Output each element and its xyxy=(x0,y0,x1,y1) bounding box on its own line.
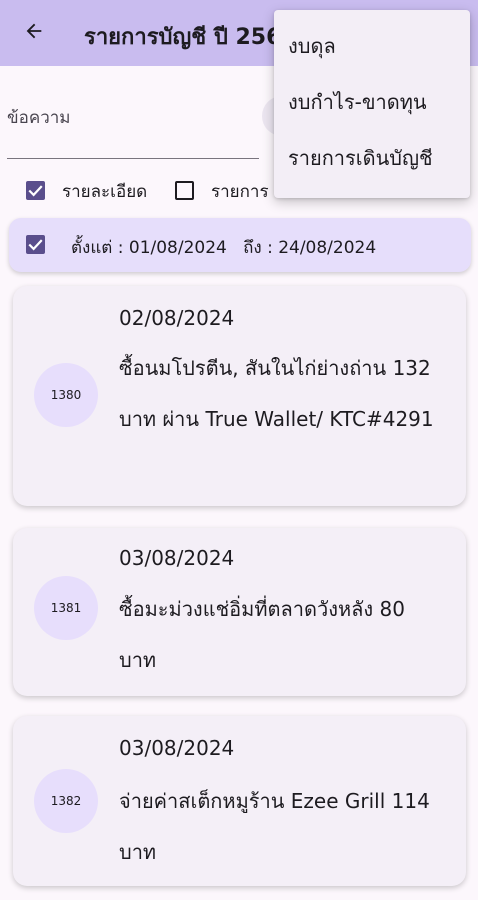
entry-date: 03/08/2024 xyxy=(119,546,235,570)
entry-number-badge: 1382 xyxy=(34,769,98,833)
entry-card[interactable]: 1381 03/08/2024 ซื้อมะม่วงแช่อิ่มที่ตลาด… xyxy=(13,528,466,696)
detail-checkbox[interactable] xyxy=(26,181,45,200)
entry-date: 03/08/2024 xyxy=(119,736,235,760)
entry-card[interactable]: 1382 03/08/2024 จ่ายค่าสเต็กหมูร้าน Ezee… xyxy=(13,716,466,886)
search-field-label[interactable]: ข้อความ xyxy=(7,104,71,131)
entries-checkbox-label[interactable]: รายการ xyxy=(211,178,269,205)
entry-description: ซื้อมะม่วงแช่อิ่มที่ตลาดวังหลัง 80 บาท xyxy=(119,597,406,672)
detail-checkbox-label[interactable]: รายละเอียด xyxy=(62,178,147,205)
entry-description: ซื้อนมโปรตีน, สันในไก่ย่างถ่าน 132 บาท ผ… xyxy=(119,356,434,431)
entry-date: 02/08/2024 xyxy=(119,306,235,330)
entry-description: จ่ายค่าสเต็กหมูร้าน Ezee Grill 114 บาท xyxy=(119,789,430,864)
entries-checkbox[interactable] xyxy=(175,181,194,200)
check-icon xyxy=(28,239,43,251)
overflow-menu: งบดุล งบกำไร-ขาดทุน รายการเดินบัญชี xyxy=(274,10,470,198)
entry-card[interactable]: 1380 02/08/2024 ซื้อนมโปรตีน, สันในไก่ย่… xyxy=(13,286,466,506)
search-field-underline[interactable] xyxy=(7,158,259,159)
back-button[interactable] xyxy=(20,19,48,47)
menu-item-account-statement[interactable]: รายการเดินบัญชี xyxy=(274,130,470,186)
date-filter-checkbox[interactable] xyxy=(26,235,45,254)
menu-item-profit-loss[interactable]: งบกำไร-ขาดทุน xyxy=(274,74,470,130)
entry-number-badge: 1381 xyxy=(34,576,98,640)
entry-number-badge: 1380 xyxy=(34,363,98,427)
check-icon xyxy=(28,185,43,197)
page-title: รายการบัญชี ปี 2567 xyxy=(84,25,297,50)
date-range-text: ตั้งแต่ : 01/08/2024 ถึง : 24/08/2024 xyxy=(71,238,377,258)
menu-item-balance-sheet[interactable]: งบดุล xyxy=(274,18,470,74)
arrow-back-icon xyxy=(23,20,45,46)
